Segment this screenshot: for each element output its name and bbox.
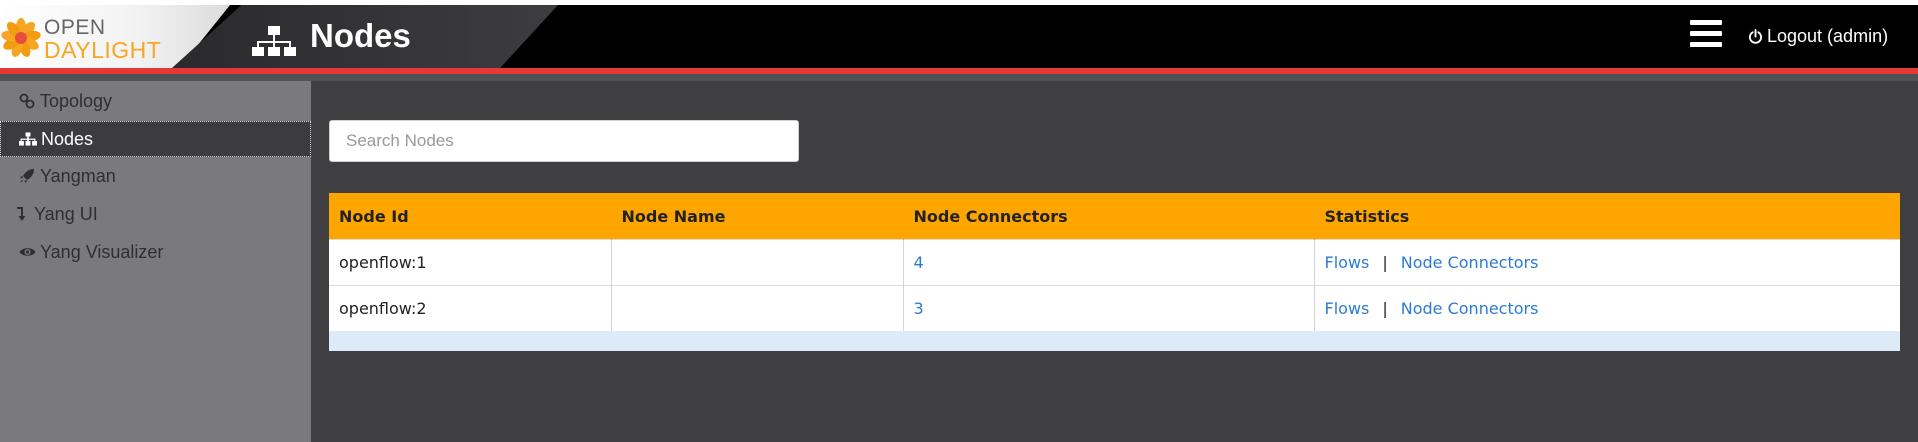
statistics-cell: Flows | Node Connectors bbox=[1314, 239, 1900, 286]
column-header-node-name[interactable]: Node Name bbox=[611, 193, 904, 240]
table-header-row: Node Id Node Name Node Connectors Statis… bbox=[329, 193, 1900, 240]
sidebar-item-topology[interactable]: Topology bbox=[0, 84, 309, 118]
hamburger-bar bbox=[1690, 42, 1722, 47]
hamburger-menu-button[interactable] bbox=[1690, 20, 1722, 52]
link-icon bbox=[17, 92, 37, 110]
statistics-cell: Flows | Node Connectors bbox=[1314, 285, 1900, 331]
node-connectors-count-link[interactable]: 4 bbox=[914, 253, 924, 272]
node-connectors-link[interactable]: Node Connectors bbox=[1401, 253, 1539, 272]
flows-link[interactable]: Flows bbox=[1325, 253, 1370, 272]
node-connectors-cell: 4 bbox=[903, 239, 1315, 286]
node-connectors-cell: 3 bbox=[903, 285, 1315, 331]
search-nodes-input[interactable] bbox=[329, 120, 799, 162]
brand-line-daylight: DAYLIGHT bbox=[44, 37, 162, 63]
sidebar-item-yang-visualizer[interactable]: Yang Visualizer bbox=[0, 235, 309, 269]
power-icon bbox=[1748, 29, 1763, 44]
node-id-cell: openflow:2 bbox=[329, 285, 612, 331]
sidebar-item-label: Nodes bbox=[41, 128, 94, 149]
node-id-cell: openflow:1 bbox=[329, 239, 612, 286]
logout-label: Logout (admin) bbox=[1767, 26, 1889, 46]
daylight-flower-icon bbox=[1, 18, 41, 57]
link-separator: | bbox=[1382, 253, 1388, 272]
sidebar-item-nodes[interactable]: Nodes bbox=[0, 121, 311, 157]
table-footer bbox=[329, 331, 1900, 351]
header-shadow-band bbox=[0, 74, 1918, 81]
header-bar: OPEN DAYLIGHT Nodes Logout (admin) bbox=[0, 5, 1918, 68]
sidebar-item-label: Yangman bbox=[40, 165, 116, 186]
page-title: Nodes bbox=[310, 17, 411, 54]
eye-icon bbox=[17, 243, 37, 261]
sidebar: Topology Nodes Yangman Yang UI Yang Visu… bbox=[0, 81, 311, 442]
hamburger-bar bbox=[1690, 31, 1722, 36]
sidebar-item-label: Topology bbox=[40, 90, 113, 111]
flows-link[interactable]: Flows bbox=[1325, 299, 1370, 318]
sitemap-icon bbox=[252, 26, 296, 56]
table-row: openflow:2 3 Flows | Node Connectors bbox=[329, 285, 1900, 331]
node-name-cell bbox=[611, 285, 904, 331]
table-row: openflow:1 4 Flows | Node Connectors bbox=[329, 239, 1900, 286]
sidebar-item-label: Yang UI bbox=[34, 203, 98, 224]
node-connectors-link[interactable]: Node Connectors bbox=[1401, 299, 1539, 318]
nodes-table: Node Id Node Name Node Connectors Statis… bbox=[329, 193, 1900, 331]
level-down-icon bbox=[12, 205, 32, 223]
sidebar-item-label: Yang Visualizer bbox=[40, 241, 164, 262]
node-connectors-count-link[interactable]: 3 bbox=[914, 299, 924, 318]
column-header-node-id[interactable]: Node Id bbox=[329, 193, 612, 240]
logout-button[interactable]: Logout (admin) bbox=[1748, 26, 1888, 47]
column-header-node-connectors[interactable]: Node Connectors bbox=[903, 193, 1315, 240]
rocket-icon bbox=[17, 167, 37, 185]
sidebar-item-yangman[interactable]: Yangman bbox=[0, 159, 309, 193]
sidebar-item-yang-ui[interactable]: Yang UI bbox=[0, 197, 309, 231]
sitemap-icon bbox=[18, 130, 38, 148]
hamburger-bar bbox=[1690, 20, 1722, 25]
node-name-cell bbox=[611, 239, 904, 286]
column-header-statistics[interactable]: Statistics bbox=[1314, 193, 1900, 240]
link-separator: | bbox=[1382, 299, 1388, 318]
